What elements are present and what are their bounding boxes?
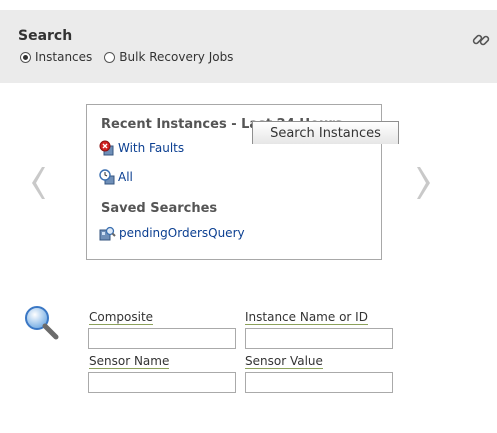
saved-searches-heading: Saved Searches xyxy=(101,201,218,216)
pending-orders-query-link[interactable]: pendingOrdersQuery xyxy=(99,225,245,241)
radio-instances-button[interactable] xyxy=(20,51,31,63)
search-instances-button[interactable]: Search Instances xyxy=(252,121,399,144)
chain-link-icon[interactable] xyxy=(471,30,491,50)
all-instances-link[interactable]: All xyxy=(99,169,133,185)
search-icon xyxy=(25,306,59,340)
search-header: Search Instances Bulk Recovery Jobs xyxy=(0,10,497,83)
instance-search-form: Composite Instance Name or ID Sensor Nam… xyxy=(0,290,497,433)
with-faults-label[interactable]: With Faults xyxy=(118,141,184,155)
radio-bulk-recovery-jobs[interactable]: Bulk Recovery Jobs xyxy=(104,50,233,64)
radio-bulk-recovery-jobs-button[interactable] xyxy=(104,51,116,63)
clock-instances-icon xyxy=(99,169,115,185)
radio-instances[interactable]: Instances xyxy=(20,50,92,64)
composite-label: Composite xyxy=(89,310,154,325)
pending-orders-query-label[interactable]: pendingOrdersQuery xyxy=(119,226,245,240)
composite-input[interactable] xyxy=(88,328,236,349)
error-instances-icon xyxy=(99,140,114,156)
radio-bulk-recovery-jobs-label[interactable]: Bulk Recovery Jobs xyxy=(119,50,233,64)
sensor-value-label: Sensor Value xyxy=(245,354,323,369)
sensor-name-label: Sensor Name xyxy=(89,354,170,369)
all-instances-label[interactable]: All xyxy=(118,170,133,184)
saved-query-icon xyxy=(99,226,116,241)
with-faults-link[interactable]: With Faults xyxy=(99,140,184,156)
instance-name-or-id-input[interactable] xyxy=(245,328,393,349)
instance-name-or-id-label: Instance Name or ID xyxy=(245,310,368,325)
search-title: Search xyxy=(18,28,73,44)
chevron-left-icon[interactable] xyxy=(28,165,46,201)
search-type-radio-group: Instances Bulk Recovery Jobs xyxy=(20,50,245,64)
sensor-name-input[interactable] xyxy=(88,372,236,393)
chevron-right-icon[interactable] xyxy=(416,165,434,201)
radio-instances-label[interactable]: Instances xyxy=(35,50,92,64)
sensor-value-input[interactable] xyxy=(245,372,393,393)
